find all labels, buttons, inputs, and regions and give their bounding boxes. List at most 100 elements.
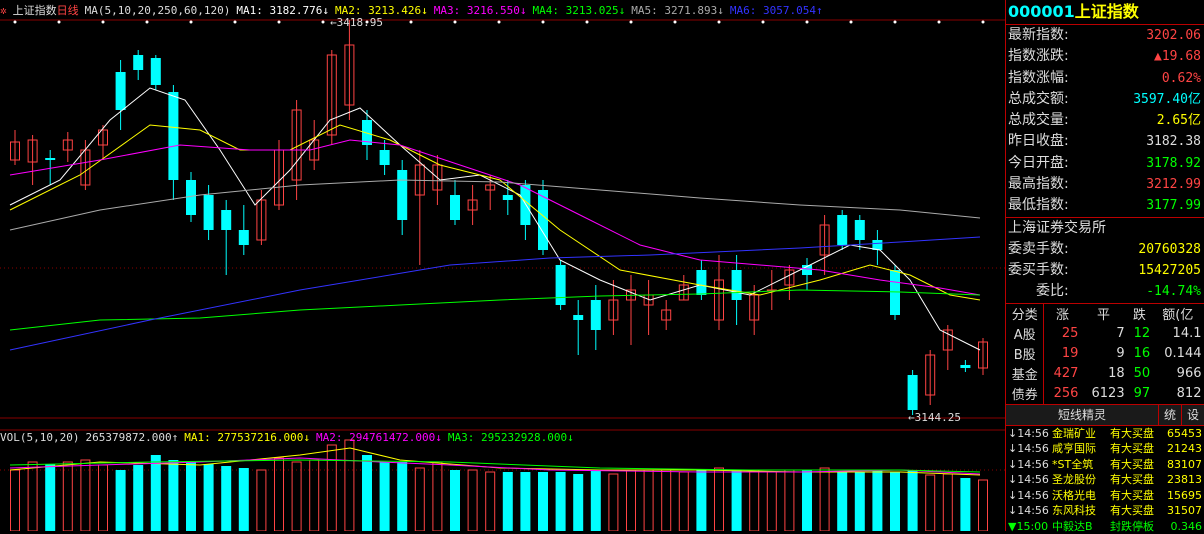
list-item[interactable]: ↓14:56 沃格光电 有大买盘 15695: [1006, 488, 1204, 504]
ma-params: MA(5,10,20,250,60,120): [84, 4, 231, 17]
list-item[interactable]: ↓14:56 圣龙股份 有大买盘 23813: [1006, 472, 1204, 488]
volume-bar: [819, 467, 830, 531]
list-item[interactable]: ↓14:56 咸亨国际 有大买盘 21243: [1006, 441, 1204, 457]
table-row[interactable]: B股 19 9 16 0.144: [1006, 343, 1204, 364]
kline-bar: [450, 195, 460, 220]
volume-bar: [203, 464, 214, 531]
high-annotation: ←3418.95: [330, 16, 383, 29]
volume-bar: [766, 471, 777, 531]
list-item[interactable]: ↓14:56 *ST全筑 有大买盘 83107: [1006, 457, 1204, 473]
ma4-value: MA4: 3213.025↓: [532, 4, 626, 17]
event-marker-icon: [673, 20, 677, 24]
volume-bar: [362, 455, 372, 531]
kline-bar: [538, 190, 548, 250]
table-row[interactable]: 债券 256 6123 97 812: [1006, 383, 1204, 404]
ma2-line: [9, 124, 981, 301]
event-marker-icon: [497, 20, 501, 24]
volume-bar: [661, 469, 672, 531]
volume-bar: [502, 472, 513, 531]
event-marker-icon: [101, 20, 105, 24]
exchange-title: 上海证券交易所: [1008, 219, 1106, 236]
volume-bar: [925, 474, 936, 531]
kline-bar: [168, 92, 179, 180]
tab-short-term-spirit[interactable]: 短线精灵: [1006, 404, 1158, 425]
volume-bar: [538, 472, 548, 531]
event-marker-icon: [893, 20, 897, 24]
chart-header: ✲ 上证指数日线 MA(5,10,20,250,60,120) MA1: 3182.7…: [0, 3, 829, 19]
kline-bar: [150, 58, 161, 85]
event-marker-icon: [585, 20, 589, 24]
kline-bar: [907, 375, 918, 410]
list-item[interactable]: ↓14:56 东风科技 有大买盘 31507: [1006, 503, 1204, 519]
kline-bar: [203, 195, 214, 230]
kline-chart[interactable]: [0, 0, 1005, 531]
kline-bar: [960, 365, 971, 368]
volume-bar: [414, 467, 425, 531]
volume-bar: [256, 469, 267, 531]
ma3-line: [9, 139, 981, 296]
event-marker-icon: [233, 20, 237, 24]
exchange-buy: 委买手数: 15427205: [1008, 261, 1201, 278]
volume-bar: [274, 457, 284, 531]
kline-bar: [133, 55, 144, 70]
event-marker-icon: [717, 20, 721, 24]
kline-bar: [115, 72, 126, 110]
volume-bar: [555, 472, 566, 531]
volume-bar: [309, 459, 320, 531]
volume-bar: [397, 462, 408, 531]
list-item[interactable]: ▼15:00 中毅达B 封跌停板 0.346: [1006, 519, 1204, 534]
kline-bar: [502, 195, 513, 200]
volume-bar: [960, 478, 971, 531]
vol-ma2: MA2: 294761472.000↓: [316, 431, 442, 444]
volume-bar: [590, 470, 601, 531]
volume-bar: [784, 469, 795, 531]
volume-bar: [326, 444, 337, 531]
volume-bar: [573, 474, 584, 531]
volume-bar: [626, 469, 636, 531]
stat-open: 今日开盘: 3178.92: [1008, 154, 1201, 171]
volume-bar: [80, 459, 91, 531]
event-marker-icon: [541, 20, 545, 24]
volume-bar: [379, 462, 390, 531]
event-marker-icon: [805, 20, 809, 24]
volume-bar: [890, 472, 900, 531]
volume-bar: [643, 469, 654, 531]
volume-bar: [115, 470, 126, 531]
event-marker-icon: [981, 20, 985, 24]
kline-bar: [731, 270, 742, 300]
table-row[interactable]: 基金 427 18 50 966: [1006, 363, 1204, 384]
vol-ma1: MA1: 277537216.000↓: [184, 431, 311, 444]
settings-icon[interactable]: ✲: [0, 4, 7, 17]
volume-bar: [344, 439, 355, 531]
event-marker-icon: [453, 20, 457, 24]
tab-settings[interactable]: 设: [1181, 404, 1204, 425]
kline-bar: [590, 300, 601, 330]
period-label[interactable]: 日线: [57, 4, 79, 17]
ma6-line: [9, 236, 981, 351]
volume-bar: [133, 465, 144, 531]
table-row[interactable]: A股 25 7 12 14.1: [1006, 323, 1204, 344]
market-class-table: 分类 涨 平 跌 额(亿 A股 25 7 12 14.1 B股 19 9 16 …: [1006, 303, 1204, 404]
volume-bar: [62, 461, 73, 531]
index-name: 上证指数: [1074, 2, 1139, 21]
ma1-value: MA1: 3182.776↓: [236, 4, 330, 17]
event-marker-icon: [145, 20, 149, 24]
volume-bar: [485, 471, 496, 531]
kline-bar: [221, 210, 232, 230]
event-marker-icon: [849, 20, 853, 24]
volume-bar: [608, 473, 619, 531]
volume-bar: [731, 470, 742, 531]
kline-bar: [555, 265, 566, 305]
event-marker-icon: [409, 20, 413, 24]
kline-chart-area[interactable]: ✲ 上证指数日线 MA(5,10,20,250,60,120) MA1: 3182.7…: [0, 0, 1005, 531]
volume-header: VOL(5,10,20) 265379872.000↑ MA1: 277537216…: [0, 431, 580, 445]
list-item[interactable]: ↓14:56 金瑞矿业 有大买盘 65453: [1006, 426, 1204, 442]
event-marker-icon: [277, 20, 281, 24]
volume-bar: [467, 469, 478, 531]
kline-bar: [520, 185, 531, 225]
tab-stats[interactable]: 统: [1158, 404, 1181, 425]
ma6-value: MA6: 3057.054↑: [729, 4, 823, 17]
kline-bar: [397, 170, 408, 220]
stat-change-pct: 指数涨幅: 0.62%: [1008, 69, 1201, 86]
index-title: 000001上证指数: [1006, 0, 1204, 24]
